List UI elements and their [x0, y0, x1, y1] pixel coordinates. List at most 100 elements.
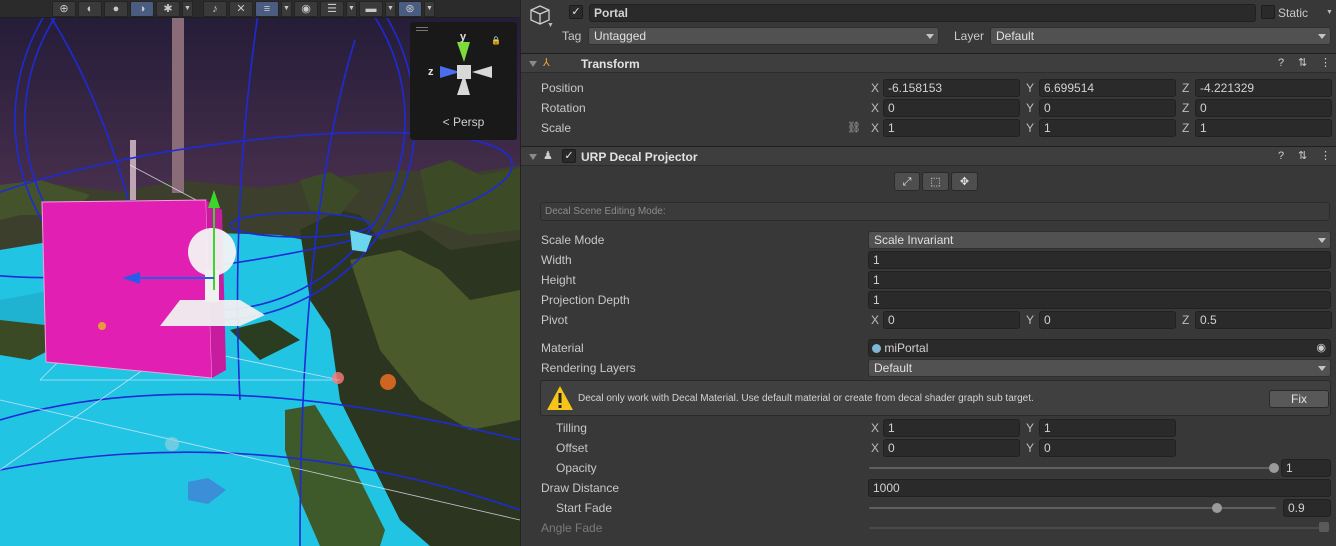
height-field[interactable]: 1	[868, 271, 1331, 289]
offset-x-field[interactable]: 0	[883, 439, 1020, 457]
gizmo-icon[interactable]: ⊛	[398, 0, 422, 17]
active-checkbox[interactable]: ✓	[569, 5, 583, 19]
preset-icon[interactable]: ⇅	[1298, 56, 1307, 70]
position-y-field[interactable]: 6.699514	[1039, 79, 1176, 97]
position-x-axis[interactable]: X	[871, 80, 879, 96]
scale-x-axis[interactable]: X	[871, 120, 879, 136]
foldout-arrow-icon[interactable]	[529, 154, 537, 160]
start-fade-field[interactable]: 0.9	[1283, 499, 1331, 517]
projection-depth-field[interactable]: 1	[868, 291, 1331, 309]
material-field[interactable]: miPortal ◉	[868, 339, 1331, 357]
offset-y-axis[interactable]: Y	[1026, 440, 1034, 456]
rotation-y-field[interactable]: 0	[1039, 99, 1176, 117]
position-z-field[interactable]: -4.221329	[1195, 79, 1332, 97]
position-y-axis[interactable]: Y	[1026, 80, 1034, 96]
rotation-x-axis[interactable]: X	[871, 100, 879, 116]
opacity-field[interactable]: 1	[1281, 459, 1331, 477]
tilling-y-axis[interactable]: Y	[1026, 420, 1034, 436]
decal-projector-header[interactable]: ♟ ✓ URP Decal Projector ? ⇅ ⋮	[521, 146, 1336, 166]
help-icon[interactable]: ?	[1278, 56, 1284, 70]
help-icon[interactable]: ?	[1278, 149, 1284, 163]
rotation-z-field[interactable]: 0	[1195, 99, 1332, 117]
offset-label: Offset	[556, 441, 588, 455]
pivot-y-axis[interactable]: Y	[1026, 312, 1034, 328]
object-name-field[interactable]: Portal	[589, 4, 1256, 22]
orientation-gizmo[interactable]: 🔒 y z < Persp	[410, 22, 517, 140]
pivot-y-field[interactable]: 0	[1039, 311, 1176, 329]
rotation-y-axis[interactable]: Y	[1026, 100, 1034, 116]
link-icon[interactable]: ⛓	[847, 121, 861, 135]
layer-dropdown[interactable]: Default	[990, 27, 1331, 45]
chevron-down-icon[interactable]: ▼	[1326, 9, 1333, 16]
more-options-icon[interactable]: ⋮	[1320, 149, 1331, 163]
rendering-layers-value: Default	[874, 361, 913, 375]
shading-icon[interactable]: ◐	[78, 0, 102, 17]
grid-icon[interactable]: ⊕	[52, 0, 76, 17]
chevron-down-icon[interactable]: ▼	[547, 22, 554, 29]
transform-header[interactable]: ⅄ Transform ? ⇅ ⋮	[521, 53, 1336, 73]
pivot-z-axis[interactable]: Z	[1182, 312, 1189, 328]
half-sphere-icon[interactable]: ◑	[130, 0, 154, 17]
pivot-z-field[interactable]: 0.5	[1195, 311, 1332, 329]
solid-sphere-icon[interactable]: ●	[104, 0, 128, 17]
object-picker-icon[interactable]: ◉	[1316, 340, 1326, 356]
scale-mode-dropdown[interactable]: Scale Invariant	[868, 231, 1331, 249]
opacity-slider-track[interactable]	[869, 467, 1274, 469]
persp-label: Persp	[452, 115, 485, 129]
pivot-x-axis[interactable]: X	[871, 312, 879, 328]
chevron-down-icon[interactable]: ▼	[281, 0, 292, 17]
scale-x-field[interactable]: 1	[883, 119, 1020, 137]
position-z-axis[interactable]: Z	[1182, 80, 1189, 96]
position-label: Position	[541, 81, 584, 95]
preset-icon[interactable]: ⇅	[1298, 149, 1307, 163]
rotation-z-axis[interactable]: Z	[1182, 100, 1189, 116]
decal-enabled-checkbox[interactable]: ✓	[562, 149, 576, 163]
edit-bounds-button[interactable]: ⬚	[922, 172, 949, 191]
visibility-icon[interactable]: ◉	[294, 0, 318, 17]
scale-z-axis[interactable]: Z	[1182, 120, 1189, 136]
chevron-down-icon[interactable]: ▼	[346, 0, 357, 17]
edit-pivot-button[interactable]: ✥	[951, 172, 978, 191]
offset-y-field[interactable]: 0	[1039, 439, 1176, 457]
chevron-down-icon[interactable]: ▼	[385, 0, 396, 17]
persp-toggle[interactable]: < Persp	[410, 115, 517, 129]
width-field[interactable]: 1	[868, 251, 1331, 269]
bug-icon[interactable]: ✱	[156, 0, 180, 17]
foldout-arrow-icon[interactable]	[529, 61, 537, 67]
start-fade-slider-handle[interactable]	[1211, 503, 1222, 513]
fix-button[interactable]: Fix	[1269, 390, 1329, 408]
tilling-x-axis[interactable]: X	[871, 420, 879, 436]
move-tool-icon: ✥	[959, 176, 970, 188]
edit-size-button[interactable]: ⤢	[894, 172, 920, 191]
static-checkbox[interactable]	[1261, 5, 1275, 19]
tilling-y-field[interactable]: 1	[1039, 419, 1176, 437]
layers-icon[interactable]: ≡	[255, 0, 279, 17]
opacity-slider-handle[interactable]	[1269, 463, 1279, 473]
stack-icon[interactable]: ☰	[320, 0, 344, 17]
scale-y-axis[interactable]: Y	[1026, 120, 1034, 136]
tilling-x-field[interactable]: 1	[883, 419, 1020, 437]
tag-dropdown[interactable]: Untagged	[588, 27, 939, 45]
chevron-down-icon	[1318, 366, 1326, 371]
rendering-layers-label: Rendering Layers	[541, 361, 636, 375]
scale-mode-label: Scale Mode	[541, 233, 605, 247]
rotation-x-field[interactable]: 0	[883, 99, 1020, 117]
effects-off-icon[interactable]: ✕	[229, 0, 253, 17]
angle-fade-range-handle	[1319, 522, 1329, 532]
more-options-icon[interactable]: ⋮	[1320, 56, 1331, 70]
rendering-layers-dropdown[interactable]: Default	[868, 359, 1331, 377]
scale-z-field[interactable]: 1	[1195, 119, 1332, 137]
scale-y-field[interactable]: 1	[1039, 119, 1176, 137]
draw-distance-field[interactable]: 1000	[868, 479, 1331, 497]
offset-x-axis[interactable]: X	[871, 440, 879, 456]
warning-text: Decal only work with Decal Material. Use…	[578, 393, 1034, 404]
pivot-x-field[interactable]: 0	[883, 311, 1020, 329]
scene-view[interactable]: ⊕ ◐ ● ◑ ✱ ▼ ♪ ✕ ≡ ▼ ◉ ☰ ▼ ▬ ▼ ⊛ ▼ 🔒 y z …	[0, 0, 520, 546]
chevron-down-icon[interactable]: ▼	[182, 0, 193, 17]
position-x-field[interactable]: -6.158153	[883, 79, 1020, 97]
camera-icon[interactable]: ▬	[359, 0, 383, 17]
scale-tool-icon: ⤢	[902, 176, 912, 188]
chevron-down-icon	[1318, 34, 1326, 39]
audio-mute-icon[interactable]: ♪	[203, 0, 227, 17]
chevron-down-icon[interactable]: ▼	[424, 0, 435, 17]
